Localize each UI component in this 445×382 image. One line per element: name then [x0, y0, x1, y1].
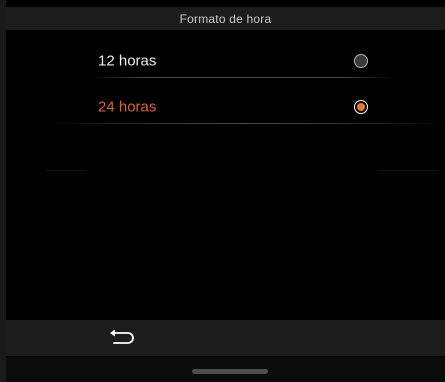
radio-button-unselected[interactable] — [354, 54, 368, 68]
system-nav-bar — [6, 357, 445, 382]
divider — [91, 77, 394, 78]
divider — [46, 123, 445, 124]
option-label: 12 horas — [98, 52, 157, 70]
decorative-line — [378, 170, 438, 171]
radio-button-selected[interactable] — [354, 100, 368, 114]
radio-dot — [357, 103, 365, 111]
title-bar: Formato de hora — [6, 7, 445, 30]
options-list: 12 horas 24 horas — [6, 30, 445, 320]
back-arrow-icon — [110, 329, 134, 344]
decorative-line — [46, 170, 86, 171]
page-title: Formato de hora — [179, 11, 272, 26]
back-button[interactable] — [98, 324, 138, 352]
bottom-action-bar — [6, 320, 445, 356]
option-label: 24 horas — [98, 98, 157, 116]
home-indicator[interactable] — [192, 369, 268, 374]
